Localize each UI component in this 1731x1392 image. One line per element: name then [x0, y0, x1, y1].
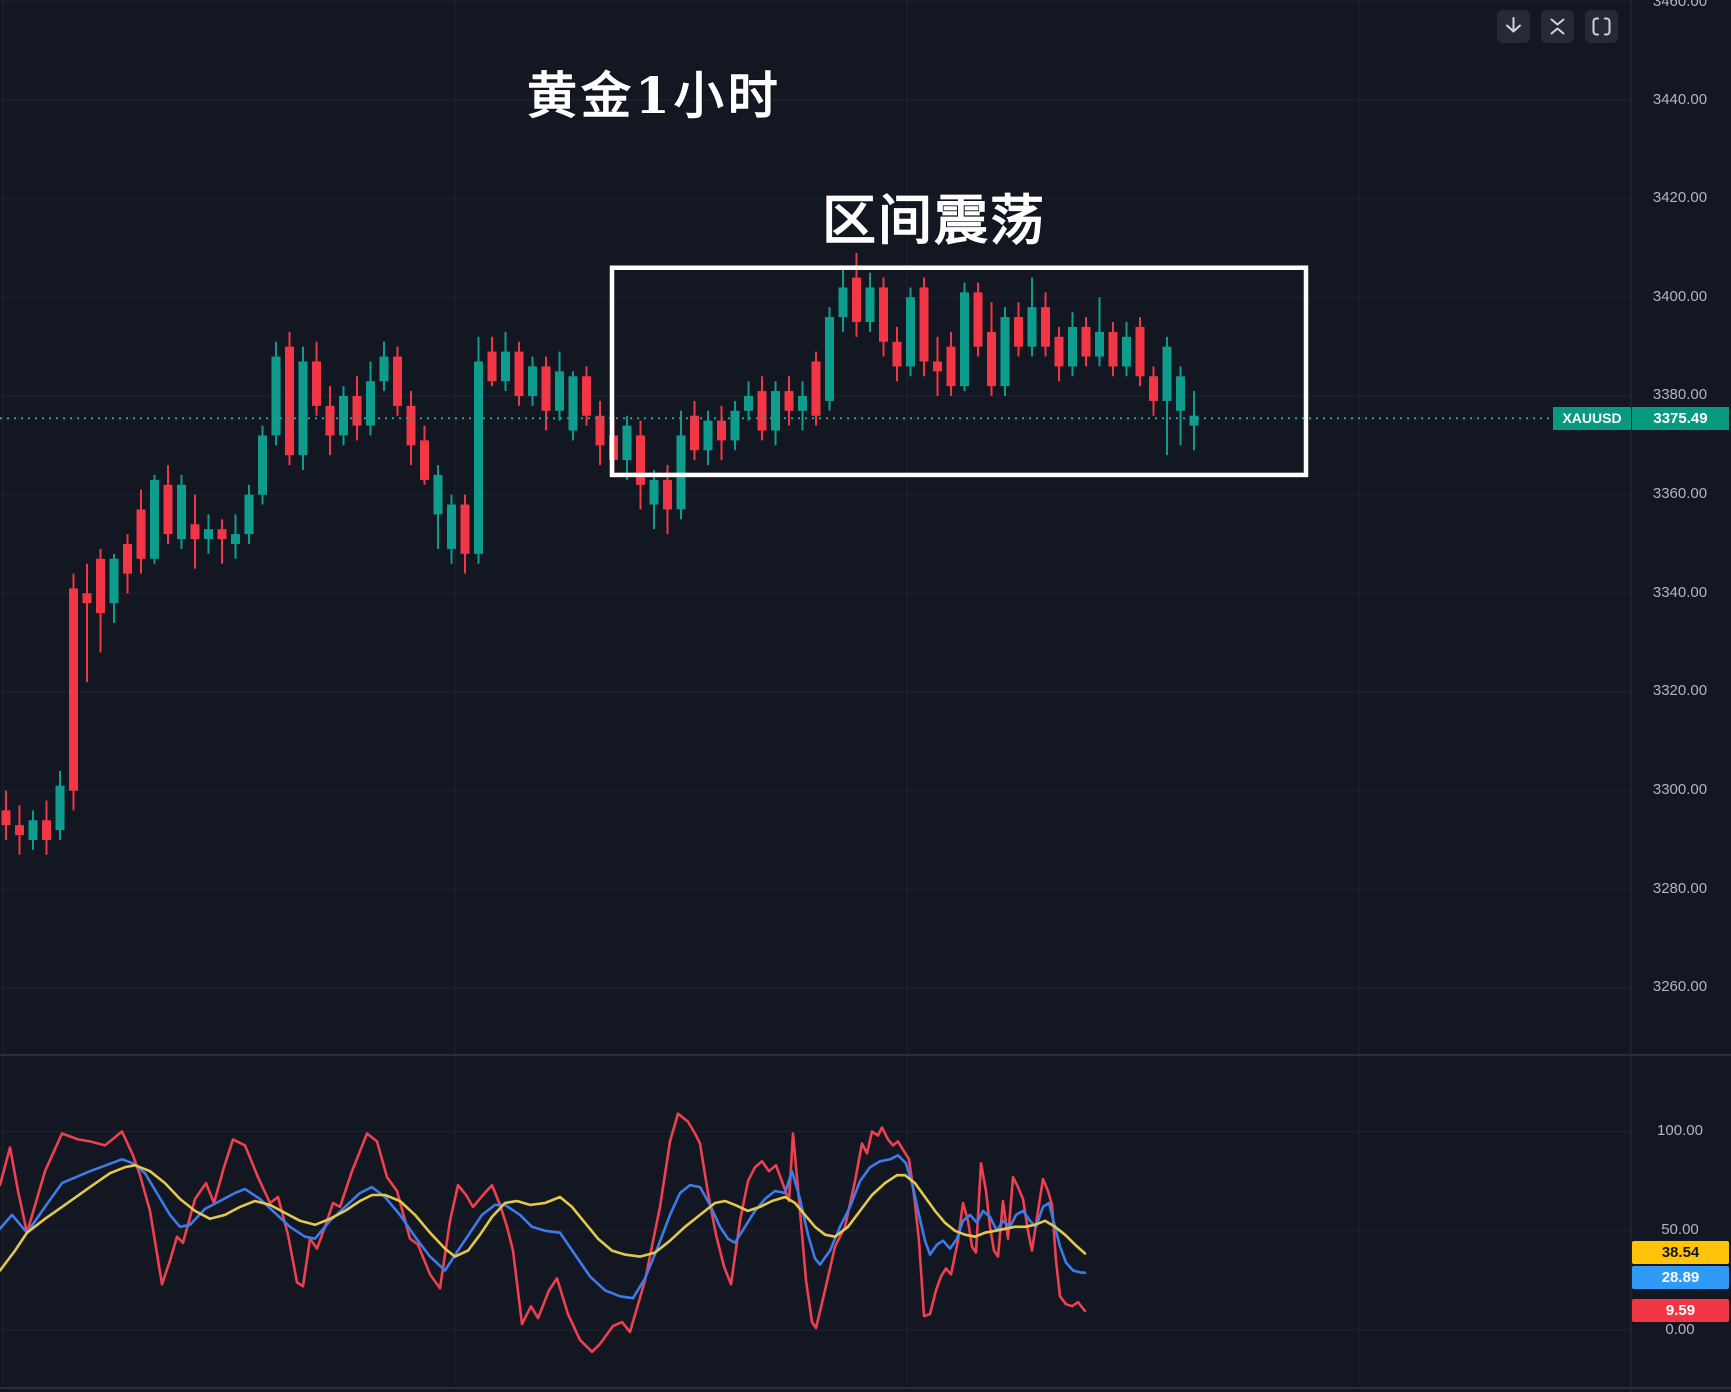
trading-chart-window: 黄金1小时 区间震荡 XAUUSD 3375.49 3460.00 3440.00… — [0, 0, 1731, 1392]
symbol-label: XAUUSD — [1562, 409, 1622, 426]
indicator-line-d — [0, 1163, 1087, 1272]
scroll-to-recent-button[interactable] — [1497, 10, 1530, 43]
chart-title-drawing[interactable]: 黄金1小时 — [527, 56, 782, 128]
indicator-value-badge-j: 9.59 — [1632, 1299, 1729, 1322]
range-box-drawing[interactable] — [609, 265, 1309, 478]
fullscreen-button[interactable] — [1585, 10, 1618, 43]
last-price-badge: 3375.49 — [1632, 406, 1729, 430]
collapse-icon — [1550, 18, 1565, 35]
arrow-down-icon — [1506, 17, 1521, 33]
indicator-value-badge-k: 28.89 — [1632, 1266, 1729, 1289]
last-price-symbol-chip: XAUUSD — [1553, 406, 1631, 430]
fullscreen-icon — [1592, 17, 1611, 36]
collapse-pane-button[interactable] — [1541, 10, 1574, 43]
last-price-value: 3375.49 — [1653, 409, 1708, 427]
range-annotation-drawing[interactable]: 区间震荡 — [822, 176, 1046, 255]
indicator-value-badge-d: 38.54 — [1632, 1241, 1729, 1264]
pane-toolbar — [1497, 10, 1618, 43]
